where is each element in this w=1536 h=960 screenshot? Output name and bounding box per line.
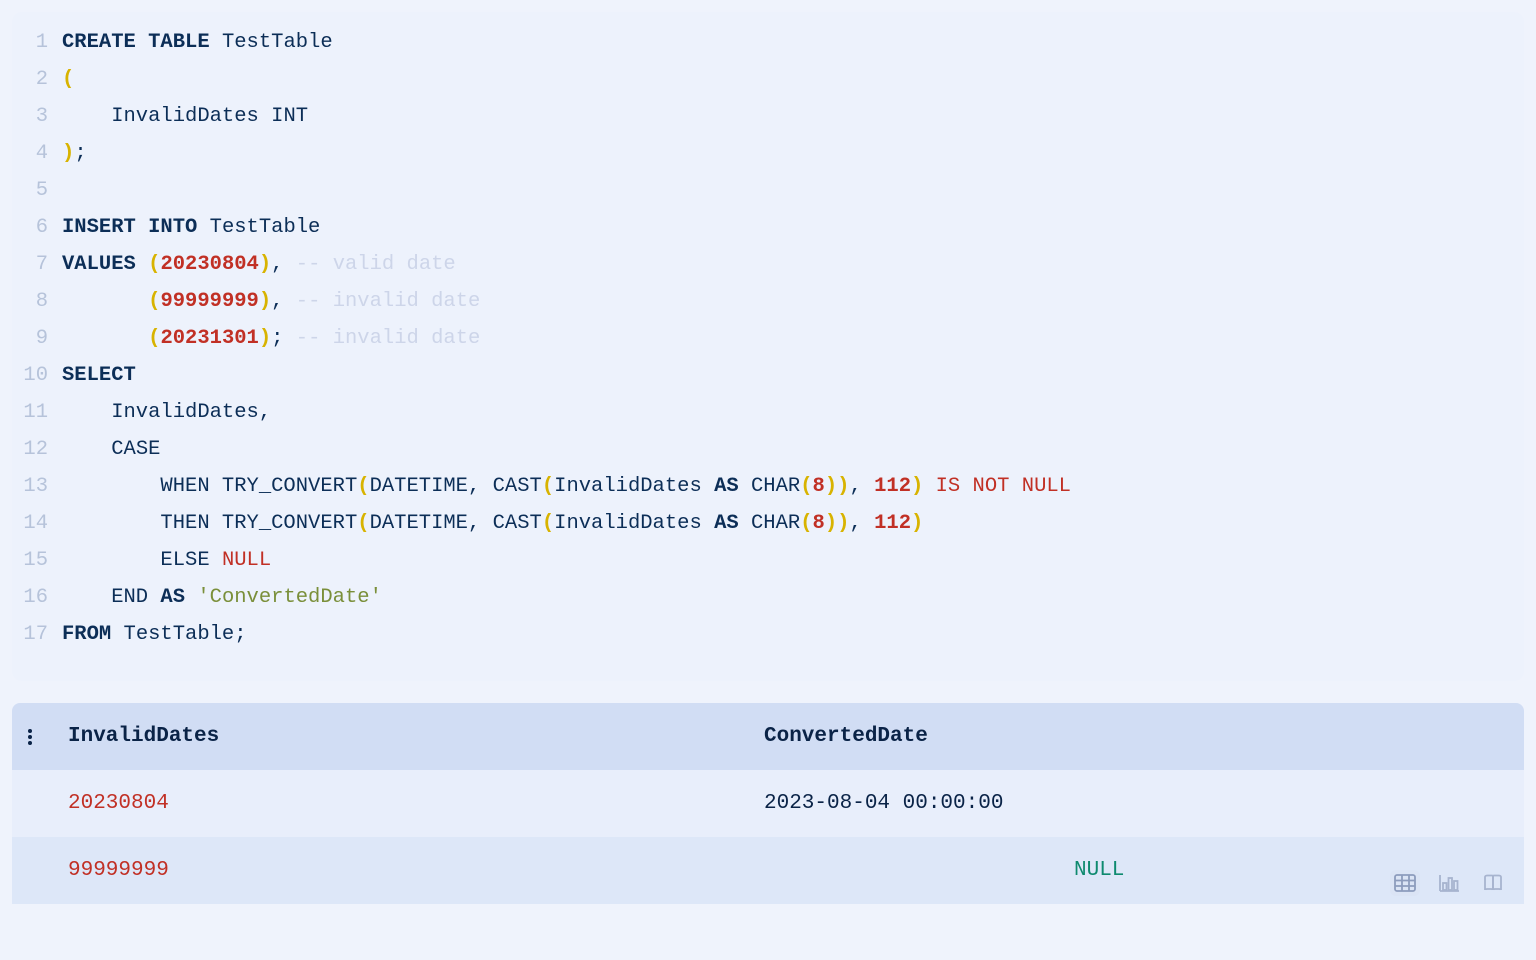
sql-editor[interactable]: 1CREATE TABLE TestTable2(3 InvalidDates … xyxy=(12,12,1524,681)
gutter-line-number: 16 xyxy=(22,579,62,616)
code-line[interactable]: 8 (99999999), -- invalid date xyxy=(22,283,1506,320)
table-row[interactable]: 99999999NULL xyxy=(12,837,1524,904)
column-menu-button[interactable] xyxy=(12,703,48,770)
gutter-line-number: 1 xyxy=(22,24,62,61)
code-line[interactable]: 9 (20231301); -- invalid date xyxy=(22,320,1506,357)
code-line[interactable]: 14 THEN TRY_CONVERT(DATETIME, CAST(Inval… xyxy=(22,505,1506,542)
code-content[interactable]: CASE xyxy=(62,431,1506,468)
gutter-line-number: 10 xyxy=(22,357,62,394)
cell-invaliddates[interactable]: 99999999 xyxy=(48,837,744,904)
gutter-line-number: 5 xyxy=(22,172,62,209)
table-icon xyxy=(1394,874,1416,892)
bar-chart-icon xyxy=(1438,874,1460,892)
code-content[interactable]: ); xyxy=(62,135,1506,172)
chart-view-button[interactable] xyxy=(1434,870,1464,896)
code-line[interactable]: 1CREATE TABLE TestTable xyxy=(22,24,1506,61)
gutter-line-number: 8 xyxy=(22,283,62,320)
code-line[interactable]: 17FROM TestTable; xyxy=(22,616,1506,653)
docs-view-button[interactable] xyxy=(1478,870,1508,896)
view-toolbar xyxy=(1380,864,1518,902)
code-line[interactable]: 5 xyxy=(22,172,1506,209)
gutter-line-number: 11 xyxy=(22,394,62,431)
code-content[interactable]: (99999999), -- invalid date xyxy=(62,283,1506,320)
code-content[interactable]: (20231301); -- invalid date xyxy=(62,320,1506,357)
gutter-line-number: 4 xyxy=(22,135,62,172)
code-line[interactable]: 15 ELSE NULL xyxy=(22,542,1506,579)
code-content[interactable]: InvalidDates, xyxy=(62,394,1506,431)
code-line[interactable]: 13 WHEN TRY_CONVERT(DATETIME, CAST(Inval… xyxy=(22,468,1506,505)
column-header-converteddate[interactable]: ConvertedDate xyxy=(744,703,1524,770)
gutter-line-number: 12 xyxy=(22,431,62,468)
code-content[interactable]: WHEN TRY_CONVERT(DATETIME, CAST(InvalidD… xyxy=(62,468,1506,505)
code-content[interactable]: END AS 'ConvertedDate' xyxy=(62,579,1506,616)
code-content[interactable]: InvalidDates INT xyxy=(62,98,1506,135)
code-content[interactable]: ELSE NULL xyxy=(62,542,1506,579)
row-gutter xyxy=(12,770,48,837)
code-content[interactable]: FROM TestTable; xyxy=(62,616,1506,653)
cell-converteddate[interactable]: 2023-08-04 00:00:00 xyxy=(744,770,1524,837)
gutter-line-number: 14 xyxy=(22,505,62,542)
gutter-line-number: 3 xyxy=(22,98,62,135)
code-line[interactable]: 3 InvalidDates INT xyxy=(22,98,1506,135)
code-line[interactable]: 10SELECT xyxy=(22,357,1506,394)
results-header-row: InvalidDates ConvertedDate xyxy=(12,703,1524,770)
code-content[interactable]: CREATE TABLE TestTable xyxy=(62,24,1506,61)
column-header-invaliddates[interactable]: InvalidDates xyxy=(48,703,744,770)
table-view-button[interactable] xyxy=(1390,870,1420,896)
code-content[interactable]: VALUES (20230804), -- valid date xyxy=(62,246,1506,283)
results-panel: InvalidDates ConvertedDate 202308042023-… xyxy=(12,703,1524,904)
gutter-line-number: 7 xyxy=(22,246,62,283)
code-line[interactable]: 2( xyxy=(22,61,1506,98)
gutter-line-number: 13 xyxy=(22,468,62,505)
code-line[interactable]: 16 END AS 'ConvertedDate' xyxy=(22,579,1506,616)
gutter-line-number: 9 xyxy=(22,320,62,357)
gutter-line-number: 2 xyxy=(22,61,62,98)
code-content[interactable]: SELECT xyxy=(62,357,1506,394)
cell-invaliddates[interactable]: 20230804 xyxy=(48,770,744,837)
code-content[interactable]: ( xyxy=(62,61,1506,98)
code-content[interactable]: INSERT INTO TestTable xyxy=(62,209,1506,246)
kebab-icon xyxy=(28,729,32,745)
gutter-line-number: 15 xyxy=(22,542,62,579)
table-row[interactable]: 202308042023-08-04 00:00:00 xyxy=(12,770,1524,837)
code-line[interactable]: 7VALUES (20230804), -- valid date xyxy=(22,246,1506,283)
code-line[interactable]: 4); xyxy=(22,135,1506,172)
code-content[interactable]: THEN TRY_CONVERT(DATETIME, CAST(InvalidD… xyxy=(62,505,1506,542)
row-gutter xyxy=(12,837,48,904)
code-line[interactable]: 12 CASE xyxy=(22,431,1506,468)
gutter-line-number: 17 xyxy=(22,616,62,653)
gutter-line-number: 6 xyxy=(22,209,62,246)
code-line[interactable]: 6INSERT INTO TestTable xyxy=(22,209,1506,246)
book-icon xyxy=(1482,874,1504,892)
code-line[interactable]: 11 InvalidDates, xyxy=(22,394,1506,431)
